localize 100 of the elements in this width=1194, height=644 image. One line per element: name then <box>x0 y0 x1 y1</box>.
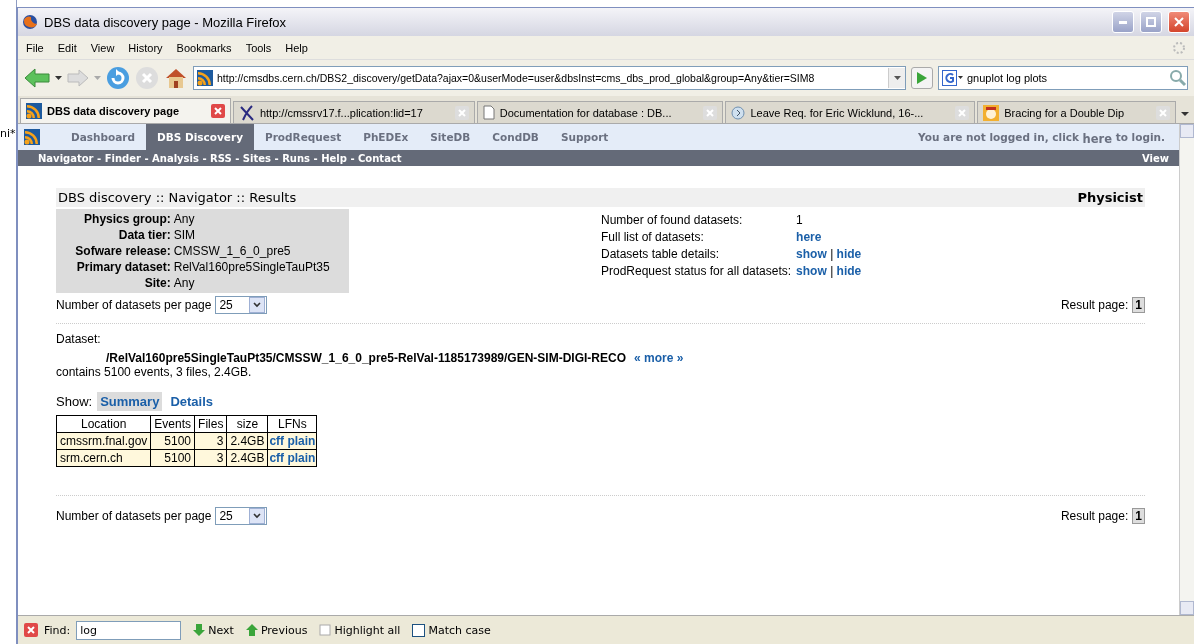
summary-link[interactable]: show <box>796 247 827 261</box>
view-link[interactable]: View <box>1142 152 1169 164</box>
page-link[interactable]: 1 <box>1132 508 1145 524</box>
minimize-icon <box>1119 20 1127 24</box>
summary-link[interactable]: here <box>796 230 822 244</box>
dataset-path: /RelVal160pre5SingleTauPt35/CMSSW_1_6_0_pre5-RelVal-1185173989/GEN-SIM-DIGI-RECO <box>106 351 626 365</box>
query-value: Any <box>173 276 196 290</box>
down-arrow-icon <box>193 624 206 636</box>
address-bar[interactable]: http://cmsdbs.cern.ch/DBS2_discovery/getData?ajax=0&userMode=user&dbsInst=cms_dbs_prod_global&group=Any&tier=SIM8 <box>193 66 906 90</box>
link-separator: | <box>830 264 834 278</box>
document-icon <box>482 105 495 120</box>
previous-button[interactable]: Previous <box>245 623 308 637</box>
login-message: You are not logged in, click here to login. <box>918 130 1166 144</box>
search-icon[interactable] <box>1169 69 1187 87</box>
user-role: Physicist <box>1077 190 1143 205</box>
dataset-summary: contains 5100 events, 3 files, 2.4GB. <box>56 365 253 379</box>
query-value: CMSSW_1_6_0_pre5 <box>173 244 292 258</box>
home-icon[interactable] <box>164 67 188 89</box>
column-header: Files <box>194 415 227 433</box>
column-header: LFNs <box>267 415 317 433</box>
summary-label: ProdRequest status for all datasets: <box>601 264 792 278</box>
menu-item[interactable]: Bookmarks <box>176 41 232 54</box>
close-button[interactable] <box>1168 11 1190 33</box>
minimize-button[interactable] <box>1112 11 1134 33</box>
match-case-checkbox[interactable]: Match case <box>412 623 491 637</box>
browser-tab[interactable]: Documentation for database : DB... <box>476 101 724 123</box>
back-icon[interactable] <box>24 68 50 88</box>
site-nav-tab[interactable]: CondDB <box>481 124 550 150</box>
close-find-button[interactable] <box>24 623 38 637</box>
site-nav-tab[interactable]: SiteDB <box>419 124 482 150</box>
up-arrow-icon <box>245 624 258 636</box>
find-field[interactable]: log <box>76 620 182 640</box>
summary-label: Datasets table details: <box>601 247 721 261</box>
site-nav-tab[interactable]: Support <box>549 124 620 150</box>
cartoon-icon <box>983 104 1000 121</box>
link-separator: | <box>830 247 834 261</box>
site-nav-tab[interactable]: ProdRequest <box>254 124 353 150</box>
lfn-link[interactable]: plain <box>287 434 316 448</box>
site-nav-tab[interactable]: PhEDEx <box>352 124 420 150</box>
summary-link[interactable]: hide <box>836 247 862 261</box>
browser-tab[interactable]: Bracing for a Double Dip <box>977 101 1176 123</box>
more-link[interactable]: « more » <box>634 351 684 365</box>
next-button[interactable]: Next <box>193 623 234 637</box>
column-header: size <box>226 415 268 433</box>
per-page-select[interactable]: 25 <box>215 507 268 525</box>
view-tab[interactable]: Summary <box>97 392 163 411</box>
browser-tab[interactable]: Leave Req. for Eric Wicklund, 16-... <box>725 101 976 123</box>
column-header: Events <box>150 415 195 433</box>
dropdown-arrow-icon <box>893 76 901 80</box>
feed-icon <box>26 103 42 119</box>
menu-item[interactable]: Help <box>285 41 308 54</box>
search-field[interactable]: gnuplot log plots <box>938 66 1188 90</box>
site-logo-icon <box>24 129 40 145</box>
throbber-icon <box>1172 40 1186 55</box>
close-icon <box>27 626 35 634</box>
highlight-all-button[interactable]: Highlight all <box>319 623 401 637</box>
lfn-link[interactable]: cff <box>269 451 285 465</box>
query-label: Data tier: <box>117 228 171 242</box>
menu-item[interactable]: Edit <box>57 41 77 54</box>
site-icon <box>197 70 213 86</box>
lfn-link[interactable]: plain <box>287 451 316 465</box>
query-label: Site: <box>143 276 171 290</box>
maximize-icon <box>1146 17 1156 27</box>
view-tab[interactable]: Details <box>167 392 217 411</box>
per-page-label: Number of datasets per page <box>56 509 212 523</box>
menu-item[interactable]: Tools <box>245 41 272 54</box>
play-icon <box>917 72 927 84</box>
scroll-up-button[interactable] <box>1180 124 1194 138</box>
window-title: DBS data discovery page - Mozilla Firefox <box>44 14 288 30</box>
site-nav-tab[interactable]: Dashboard <box>60 124 147 150</box>
dropdown-arrow-icon[interactable] <box>55 76 62 80</box>
stop-icon[interactable] <box>135 66 159 90</box>
per-page-label: Number of datasets per page <box>56 298 212 312</box>
menu-item[interactable]: File <box>26 41 44 54</box>
scroll-down-button[interactable] <box>1180 601 1194 615</box>
maximize-button[interactable] <box>1140 11 1162 33</box>
summary-label: Number of found datasets: <box>601 213 744 227</box>
summary-value: 1 <box>796 213 803 227</box>
summary-link[interactable]: show <box>796 264 827 278</box>
highlighter-icon <box>319 624 332 636</box>
summary-link[interactable]: hide <box>836 264 862 278</box>
browser-tab[interactable]: http://cmssrv17.f...plication:lid=17 <box>232 101 475 123</box>
per-page-select[interactable]: 25 <box>215 296 268 314</box>
reload-icon[interactable] <box>106 66 130 90</box>
page-link[interactable]: 1 <box>1132 297 1145 313</box>
menu-item[interactable]: History <box>128 41 163 54</box>
menu-item[interactable]: View <box>90 41 115 54</box>
forward-icon[interactable] <box>67 69 89 87</box>
close-icon <box>1174 17 1184 27</box>
browser-logo-icon <box>22 14 38 30</box>
close-icon[interactable] <box>213 107 222 115</box>
dataset-label: Dataset: <box>56 332 102 346</box>
go-button[interactable] <box>911 67 933 89</box>
search-engine-icon <box>942 70 964 86</box>
lfn-link[interactable]: cff <box>269 434 285 448</box>
site-nav-tab[interactable]: DBS Discovery <box>146 124 254 150</box>
summary-label: Full list of datasets: <box>601 230 705 244</box>
login-link[interactable]: here <box>1082 132 1113 146</box>
browser-tab[interactable]: DBS data discovery page <box>20 98 231 123</box>
background-text: ni* <box>0 127 16 140</box>
